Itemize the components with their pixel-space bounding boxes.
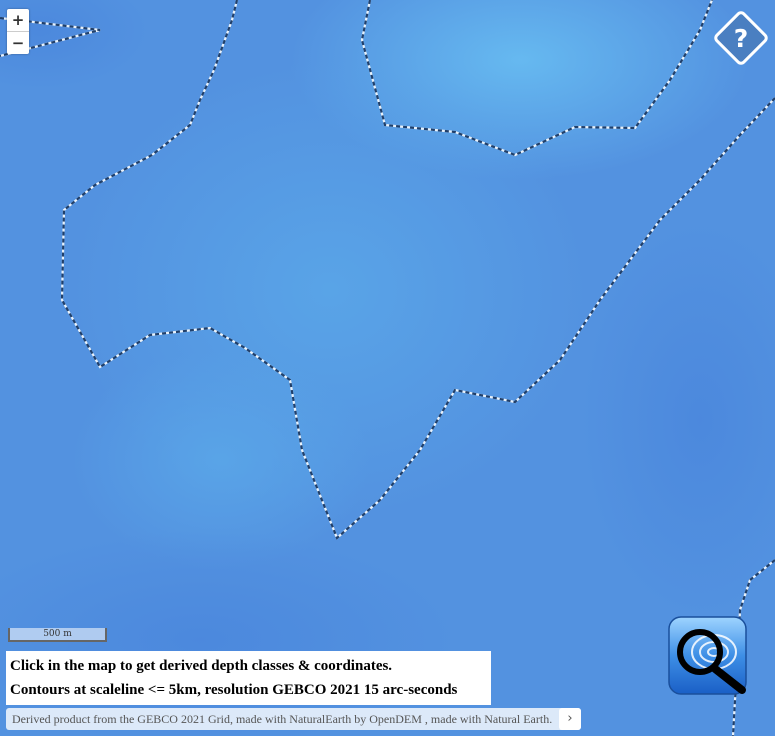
chevron-right-icon: › bbox=[567, 711, 573, 726]
scale-label: 500 m bbox=[43, 629, 72, 639]
plus-icon: + bbox=[11, 11, 25, 29]
scale-line: 500 m bbox=[8, 628, 107, 642]
minus-icon: − bbox=[11, 34, 25, 52]
info-line-click: Click in the map to get derived depth cl… bbox=[10, 658, 393, 674]
info-line-contours: Contours at scaleline <= 5km, resolution… bbox=[10, 682, 458, 698]
zoom-out-button[interactable]: − bbox=[7, 31, 29, 54]
search-button[interactable] bbox=[668, 616, 748, 696]
attribution-text[interactable]: Derived product from the GEBCO 2021 Grid… bbox=[12, 708, 552, 730]
info-panel: Click in the map to get derived depth cl… bbox=[6, 651, 491, 705]
zoom-in-button[interactable]: + bbox=[7, 9, 29, 31]
depth-map[interactable]: + − ? 500 m Click in the map to get deri… bbox=[0, 0, 775, 736]
help-diamond-icon: ? bbox=[714, 11, 768, 65]
attribution-bar: Derived product from the GEBCO 2021 Grid… bbox=[6, 708, 581, 730]
attribution-toggle-button[interactable]: › bbox=[559, 708, 581, 730]
help-button[interactable]: ? bbox=[712, 9, 770, 67]
help-glyph: ? bbox=[734, 24, 749, 53]
bathymetry-layer[interactable] bbox=[0, 0, 775, 736]
zoom-control: + − bbox=[7, 9, 29, 54]
magnifier-icon bbox=[668, 616, 747, 695]
